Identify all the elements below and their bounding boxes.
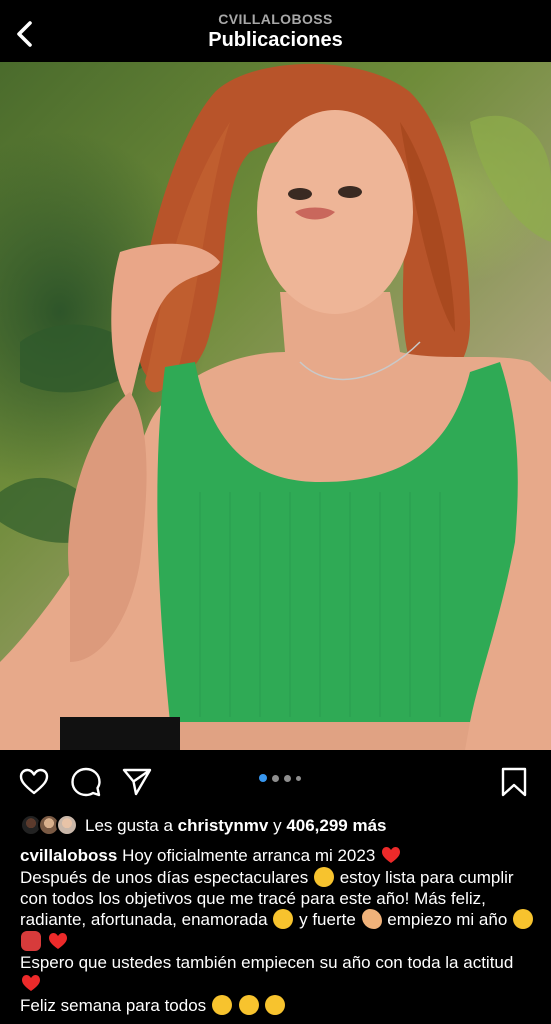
heart-eyes-cat-emoji-icon	[313, 866, 334, 887]
heart-outline-icon	[19, 768, 49, 795]
likes-connector: y	[273, 816, 282, 835]
likes-text: Les gusta a christynmv y 406,299 más	[85, 816, 387, 836]
likes-row[interactable]: Les gusta a christynmv y 406,299 más	[20, 812, 540, 838]
red-heart-icon	[382, 847, 401, 863]
post-photo-illustration	[0, 63, 551, 750]
comment-bubble-icon	[71, 767, 101, 797]
page-title: Publicaciones	[208, 29, 343, 51]
carousel-dot	[272, 775, 279, 782]
avatar	[56, 814, 78, 836]
caption-line-2c: y fuerte	[299, 910, 356, 930]
top-bar: CVILLALOBOSS Publicaciones	[0, 0, 551, 62]
like-button[interactable]	[18, 766, 50, 798]
kiss-face-emoji-icon	[211, 994, 232, 1015]
kiss-face-emoji-icon	[265, 994, 286, 1015]
partying-face-emoji-icon	[513, 909, 534, 930]
red-heart-icon	[48, 933, 67, 950]
bookmark-icon	[501, 767, 527, 797]
likes-count[interactable]: 406,299 más	[286, 816, 386, 835]
caption-line-2d: empiezo mi año	[387, 910, 508, 930]
dancer-emoji-icon	[21, 931, 41, 952]
caption-line-1: Hoy oficialmente arranca mi 2023	[122, 846, 376, 865]
red-heart-icon	[22, 974, 40, 991]
comment-button[interactable]	[70, 766, 102, 798]
carousel-dot	[296, 776, 301, 781]
carousel-dot	[284, 775, 291, 782]
heart-eyes-emoji-icon	[273, 909, 294, 930]
share-button[interactable]	[121, 766, 153, 798]
post-photo[interactable]	[0, 62, 551, 750]
likes-prefix: Les gusta a	[85, 816, 173, 835]
caption-line-2a: Después de unos días espectaculares	[20, 867, 309, 887]
flexed-biceps-emoji-icon	[361, 909, 382, 930]
caption-line-3: Espero que ustedes también empiecen su a…	[20, 952, 514, 972]
profile-username[interactable]: CVILLALOBOSS	[0, 11, 551, 27]
paper-plane-icon	[122, 768, 152, 796]
caption-line-4: Feliz semana para todos	[20, 995, 207, 1015]
liker-username[interactable]: christynmv	[178, 816, 269, 835]
save-button[interactable]	[498, 766, 530, 798]
carousel-dot-active	[259, 774, 267, 782]
caption-username[interactable]: cvillaloboss	[20, 846, 117, 865]
post-caption: cvillaloboss Hoy oficialmente arranca mi…	[20, 846, 535, 1016]
kiss-face-emoji-icon	[238, 994, 259, 1015]
